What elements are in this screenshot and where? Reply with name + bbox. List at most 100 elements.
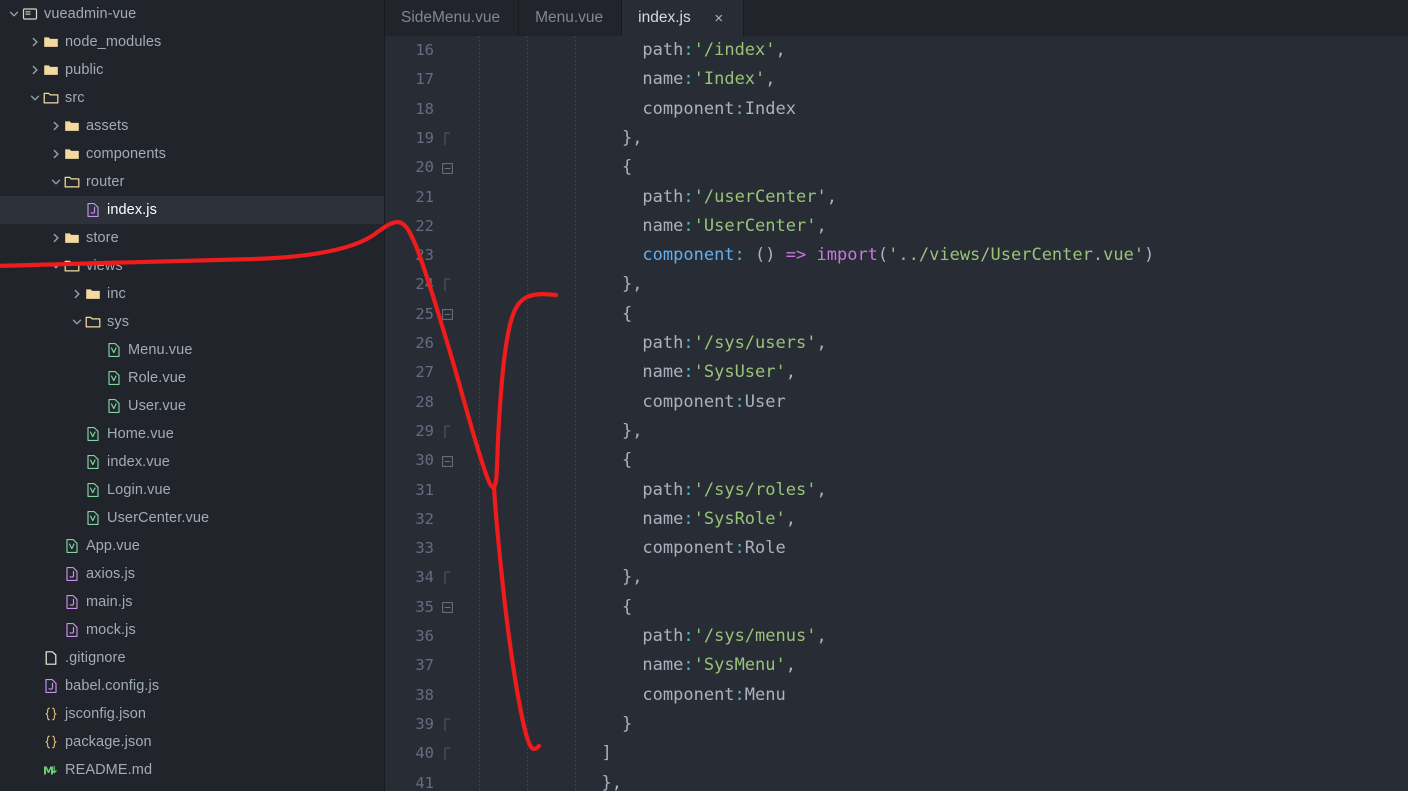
editor-tab-menu-vue[interactable]: Menu.vue <box>519 0 623 36</box>
code-token: : <box>683 40 694 60</box>
code-content[interactable]: 16 path:'/index', 17 name:'Index', 18 comp… <box>385 36 1408 791</box>
chevron-right-icon[interactable] <box>48 224 64 252</box>
chevron-right-icon[interactable] <box>27 28 43 56</box>
code-line-text: path:'/index', <box>581 36 785 65</box>
code-token: }, <box>621 420 643 441</box>
close-icon[interactable]: × <box>709 8 729 28</box>
code-line[interactable]: 31 path:'/sys/roles', <box>385 476 1408 505</box>
editor-tab-index-js[interactable]: index.js × <box>622 0 744 36</box>
fold-collapse-icon[interactable] <box>439 153 455 182</box>
chevron-right-icon[interactable] <box>48 112 64 140</box>
code-line[interactable]: 41 }, <box>385 769 1408 791</box>
code-line[interactable]: 36 path:'/sys/menus', <box>385 622 1408 651</box>
code-token: '/userCenter' <box>693 186 827 207</box>
file-tree-file-user-vue[interactable]: User.vue <box>0 392 384 420</box>
code-line[interactable]: 28 component:User <box>385 388 1408 417</box>
editor-tab-bar[interactable]: SideMenu.vue Menu.vue index.js × <box>385 0 1408 36</box>
code-line[interactable]: 18 component:Index <box>385 95 1408 124</box>
fold-collapse-icon[interactable] <box>439 300 455 329</box>
file-tree-label: UserCenter.vue <box>107 510 210 526</box>
file-tree-file-jsconfig-json[interactable]: jsconfig.json <box>0 700 384 728</box>
file-tree-folder-inc[interactable]: inc <box>0 280 384 308</box>
file-tree-folder-vueadmin-vue[interactable]: vueadmin-vue <box>0 0 384 28</box>
file-tree-label: .gitignore <box>65 650 126 666</box>
file-tree-file-menu-vue[interactable]: Menu.vue <box>0 336 384 364</box>
code-line[interactable]: 32 name:'SysRole', <box>385 505 1408 534</box>
code-line[interactable]: 25 { <box>385 300 1408 329</box>
file-tree-file-app-vue[interactable]: App.vue <box>0 532 384 560</box>
code-line[interactable]: 22 name:'UserCenter', <box>385 212 1408 241</box>
code-line[interactable]: 39 } <box>385 710 1408 739</box>
file-tree-folder-sys[interactable]: sys <box>0 308 384 336</box>
code-line[interactable]: 20 { <box>385 153 1408 182</box>
code-line[interactable]: 30 { <box>385 446 1408 475</box>
chevron-down-icon[interactable] <box>48 168 64 196</box>
code-token: : <box>683 655 694 676</box>
file-tree-file-gitignore[interactable]: .gitignore <box>0 644 384 672</box>
editor-tab-sidemenu-vue[interactable]: SideMenu.vue <box>385 0 520 36</box>
folder-icon <box>43 34 59 50</box>
code-token: , <box>826 186 837 207</box>
file-tree-file-home-vue[interactable]: Home.vue <box>0 420 384 448</box>
code-line[interactable]: 23 component: () => import('../views/Use… <box>385 241 1408 270</box>
file-tree-folder-public[interactable]: public <box>0 56 384 84</box>
file-tree-label: router <box>86 174 125 190</box>
code-token: , <box>816 479 827 500</box>
file-tree-file-role-vue[interactable]: Role.vue <box>0 364 384 392</box>
file-tree-file-login-vue[interactable]: Login.vue <box>0 476 384 504</box>
file-tree-folder-assets[interactable]: assets <box>0 112 384 140</box>
folder-icon <box>85 286 101 302</box>
file-tree-folder-src[interactable]: src <box>0 84 384 112</box>
file-tree-label: Menu.vue <box>128 342 193 358</box>
code-editor-viewport[interactable]: 16 path:'/index', 17 name:'Index', 18 comp… <box>385 36 1408 791</box>
file-tree-file-mock-js[interactable]: mock.js <box>0 616 384 644</box>
file-tree-file-index-vue[interactable]: index.vue <box>0 448 384 476</box>
code-line[interactable]: 19 }, <box>385 124 1408 153</box>
code-line[interactable]: 27 name:'SysUser', <box>385 358 1408 387</box>
vscode-window: vueadmin-vue node_modules public src assets c… <box>0 0 1408 791</box>
chevron-down-icon[interactable] <box>69 308 85 336</box>
file-tree-file-index-js[interactable]: index.js <box>0 196 384 224</box>
file-tree-file-axios-js[interactable]: axios.js <box>0 560 384 588</box>
file-tree-label: package.json <box>65 734 152 750</box>
chevron-right-icon[interactable] <box>69 280 85 308</box>
code-line[interactable]: 34 }, <box>385 563 1408 592</box>
code-line[interactable]: 26 path:'/sys/users', <box>385 329 1408 358</box>
chevron-right-icon[interactable] <box>48 140 64 168</box>
code-line[interactable]: 37 name:'SysMenu', <box>385 651 1408 680</box>
code-line[interactable]: 21 path:'/userCenter', <box>385 183 1408 212</box>
code-line[interactable]: 29 }, <box>385 417 1408 446</box>
file-tree-file-babel-config-js[interactable]: babel.config.js <box>0 672 384 700</box>
file-tree-file-main-js[interactable]: main.js <box>0 588 384 616</box>
code-line[interactable]: 35 { <box>385 593 1408 622</box>
file-tree-label: Role.vue <box>128 370 187 386</box>
chevron-down-icon[interactable] <box>27 84 43 112</box>
chevron-down-icon[interactable] <box>48 252 64 280</box>
code-line[interactable]: 16 path:'/index', <box>385 36 1408 65</box>
line-number: 22 <box>415 216 434 235</box>
line-number: 33 <box>415 539 434 558</box>
chevron-down-icon[interactable] <box>6 0 22 28</box>
file-tree-folder-views[interactable]: views <box>0 252 384 280</box>
fold-collapse-icon[interactable] <box>439 593 455 622</box>
code-line[interactable]: 33 component:Role <box>385 534 1408 563</box>
file-tree-file-usercenter-vue[interactable]: UserCenter.vue <box>0 504 384 532</box>
chevron-right-icon[interactable] <box>27 56 43 84</box>
file-tree-file-package-json[interactable]: package.json <box>0 728 384 756</box>
file-tree-folder-router[interactable]: router <box>0 168 384 196</box>
file-tree-folder-node-modules[interactable]: node_modules <box>0 28 384 56</box>
code-line[interactable]: 40 ] <box>385 739 1408 768</box>
code-line[interactable]: 17 name:'Index', <box>385 65 1408 94</box>
file-tree-folder-components[interactable]: components <box>0 140 384 168</box>
code-token: : <box>734 391 745 412</box>
fold-collapse-icon[interactable] <box>439 446 455 475</box>
line-number: 38 <box>415 685 434 704</box>
code-line[interactable]: 38 component:Menu <box>385 681 1408 710</box>
file-tree-folder-store[interactable]: store <box>0 224 384 252</box>
code-line[interactable]: 24 }, <box>385 270 1408 299</box>
explorer-file-tree[interactable]: vueadmin-vue node_modules public src assets c… <box>0 0 384 791</box>
line-number: 26 <box>415 334 434 352</box>
file-tree-file-readme-md[interactable]: M README.md <box>0 756 384 784</box>
